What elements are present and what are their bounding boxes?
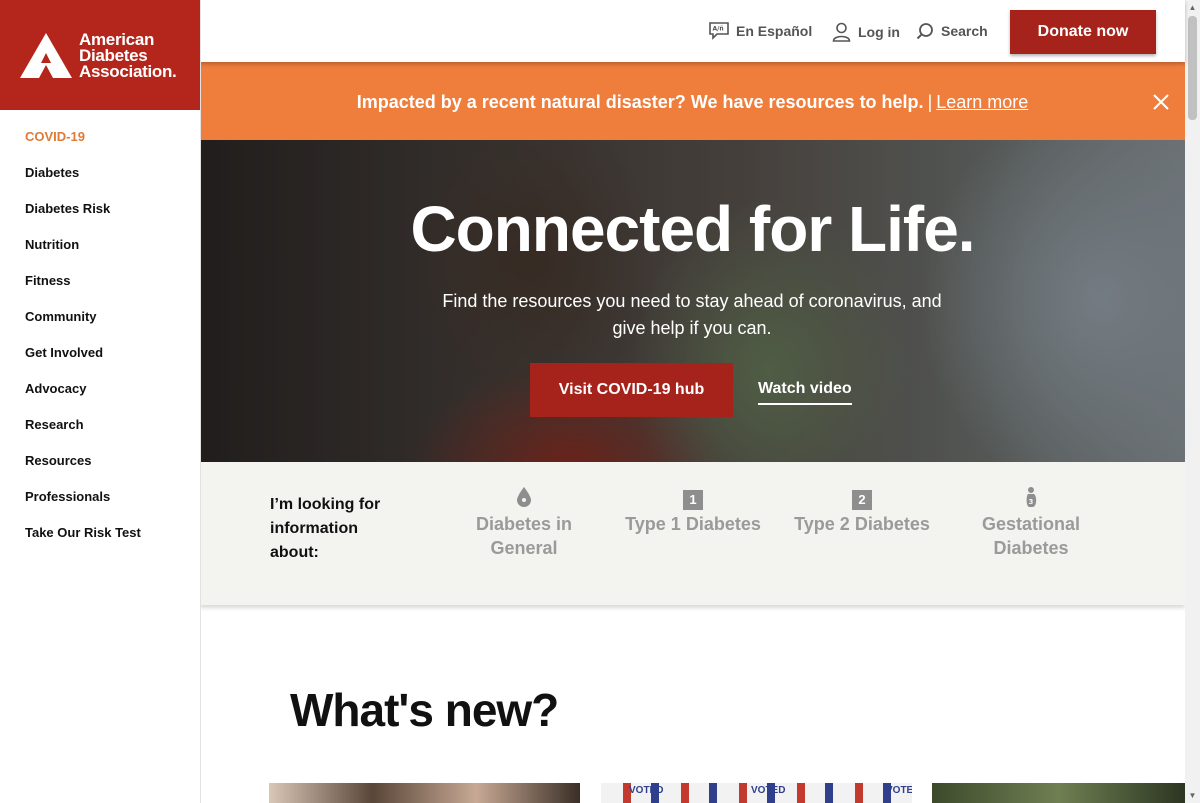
ada-logo[interactable]: American Diabetes Association. bbox=[0, 0, 200, 110]
search-label: Search bbox=[941, 23, 988, 39]
drop-icon bbox=[444, 486, 604, 510]
user-icon bbox=[832, 22, 851, 42]
sidebar-item-diabetes-risk[interactable]: Diabetes Risk bbox=[0, 200, 200, 236]
sidebar-item-resources[interactable]: Resources bbox=[0, 452, 200, 488]
info-item-type1[interactable]: 1 Type 1 Diabetes bbox=[613, 486, 773, 536]
scroll-up-icon[interactable]: ▲ bbox=[1185, 0, 1200, 15]
watch-video-link[interactable]: Watch video bbox=[758, 380, 852, 405]
voted-sticker: VOTED bbox=[751, 785, 786, 796]
scrollbar-thumb[interactable] bbox=[1188, 16, 1197, 120]
svg-text:A/ñ: A/ñ bbox=[713, 26, 724, 33]
alert-banner: Impacted by a recent natural disaster? W… bbox=[200, 62, 1185, 140]
info-item-type2[interactable]: 2 Type 2 Diabetes bbox=[782, 486, 942, 536]
search-link[interactable]: Search bbox=[916, 22, 988, 40]
learn-more-link[interactable]: Learn more bbox=[936, 92, 1028, 112]
language-icon: A/ñ bbox=[709, 22, 729, 40]
sidebar-item-community[interactable]: Community bbox=[0, 308, 200, 344]
alert-text: Impacted by a recent natural disaster? W… bbox=[356, 92, 924, 112]
sidebar-item-risk-test[interactable]: Take Our Risk Test bbox=[0, 524, 200, 560]
language-link[interactable]: A/ñ En Español bbox=[709, 22, 812, 40]
sidebar-item-nutrition[interactable]: Nutrition bbox=[0, 236, 200, 272]
sidebar-item-research[interactable]: Research bbox=[0, 416, 200, 452]
voted-sticker: VOTE bbox=[886, 785, 912, 796]
alert-message: Impacted by a recent natural disaster? W… bbox=[200, 92, 1185, 113]
hero-section: Connected for Life. Find the resources y… bbox=[200, 140, 1185, 462]
ada-triangle-logo-icon bbox=[20, 33, 72, 78]
page-scrollbar[interactable]: ▲ ▼ bbox=[1185, 0, 1200, 803]
top-bar: A/ñ En Español Log in Search Donate now bbox=[200, 0, 1185, 62]
voted-sticker: VOTED bbox=[629, 785, 664, 796]
sidebar-item-advocacy[interactable]: Advocacy bbox=[0, 380, 200, 416]
covid-hub-button[interactable]: Visit COVID-19 hub bbox=[530, 363, 733, 417]
sidebar: American Diabetes Association. COVID-19 … bbox=[0, 0, 201, 803]
login-link[interactable]: Log in bbox=[832, 22, 900, 42]
gestational-icon: 3 bbox=[951, 486, 1111, 510]
info-item-label: Gestational Diabetes bbox=[981, 514, 1081, 558]
news-card-image[interactable]: VOTED VOTED VOTE bbox=[601, 783, 912, 803]
close-icon[interactable] bbox=[1153, 94, 1169, 110]
search-icon bbox=[916, 23, 933, 40]
svg-text:3: 3 bbox=[1029, 498, 1034, 506]
info-item-label: Diabetes in General bbox=[475, 514, 573, 558]
news-card-image[interactable] bbox=[932, 783, 1185, 803]
donate-button[interactable]: Donate now bbox=[1010, 10, 1156, 54]
scroll-down-icon[interactable]: ▼ bbox=[1185, 788, 1200, 803]
info-item-diabetes-general[interactable]: Diabetes in General bbox=[444, 486, 604, 560]
alert-separator: | bbox=[927, 92, 933, 112]
number-1-icon: 1 bbox=[613, 486, 773, 510]
sidebar-item-fitness[interactable]: Fitness bbox=[0, 272, 200, 308]
hero-subtitle: Find the resources you need to stay ahea… bbox=[442, 291, 942, 338]
sidebar-nav: COVID-19 Diabetes Diabetes Risk Nutritio… bbox=[0, 128, 200, 560]
logo-wordmark: American Diabetes Association. bbox=[79, 31, 177, 81]
sidebar-item-covid19[interactable]: COVID-19 bbox=[0, 128, 200, 164]
login-label: Log in bbox=[858, 24, 900, 40]
info-item-gestational[interactable]: 3 Gestational Diabetes bbox=[951, 486, 1111, 560]
sidebar-item-get-involved[interactable]: Get Involved bbox=[0, 344, 200, 380]
whats-new-title: What's new? bbox=[290, 684, 559, 736]
sidebar-item-diabetes[interactable]: Diabetes bbox=[0, 164, 200, 200]
language-label: En Español bbox=[736, 23, 813, 39]
hero-title: Connected for Life. bbox=[410, 193, 975, 265]
logo-line-3: Association. bbox=[79, 62, 177, 81]
info-selector-label: I’m looking for information about: bbox=[270, 496, 381, 561]
sidebar-item-professionals[interactable]: Professionals bbox=[0, 488, 200, 524]
number-2-icon: 2 bbox=[782, 486, 942, 510]
info-item-label: Type 2 Diabetes bbox=[794, 514, 930, 534]
news-card-image[interactable] bbox=[269, 783, 580, 803]
info-item-label: Type 1 Diabetes bbox=[625, 514, 761, 534]
info-selector: I’m looking for information about: Diabe… bbox=[200, 462, 1185, 605]
